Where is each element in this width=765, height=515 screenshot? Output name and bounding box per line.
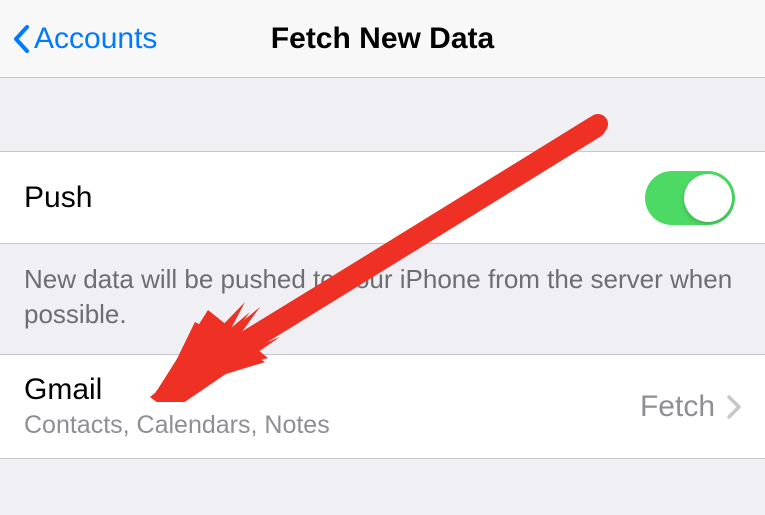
account-main: Gmail Contacts, Calendars, Notes	[24, 373, 330, 440]
chevron-right-icon	[727, 395, 741, 419]
account-name: Gmail	[24, 373, 330, 407]
back-label: Accounts	[34, 22, 157, 56]
account-detail: Contacts, Calendars, Notes	[24, 411, 330, 440]
account-row-gmail[interactable]: Gmail Contacts, Calendars, Notes Fetch	[0, 354, 765, 459]
push-cell[interactable]: Push	[0, 152, 765, 244]
switch-knob	[684, 174, 732, 222]
push-toggle[interactable]	[645, 171, 735, 225]
page-title: Fetch New Data	[271, 22, 494, 56]
account-mode: Fetch	[640, 390, 741, 424]
chevron-left-icon	[12, 24, 30, 54]
account-mode-label: Fetch	[640, 390, 715, 424]
push-footer: New data will be pushed to your iPhone f…	[0, 244, 765, 354]
back-button[interactable]: Accounts	[12, 22, 157, 56]
navbar: Accounts Fetch New Data	[0, 0, 765, 78]
section-spacer	[0, 78, 765, 152]
push-label: Push	[24, 181, 92, 215]
